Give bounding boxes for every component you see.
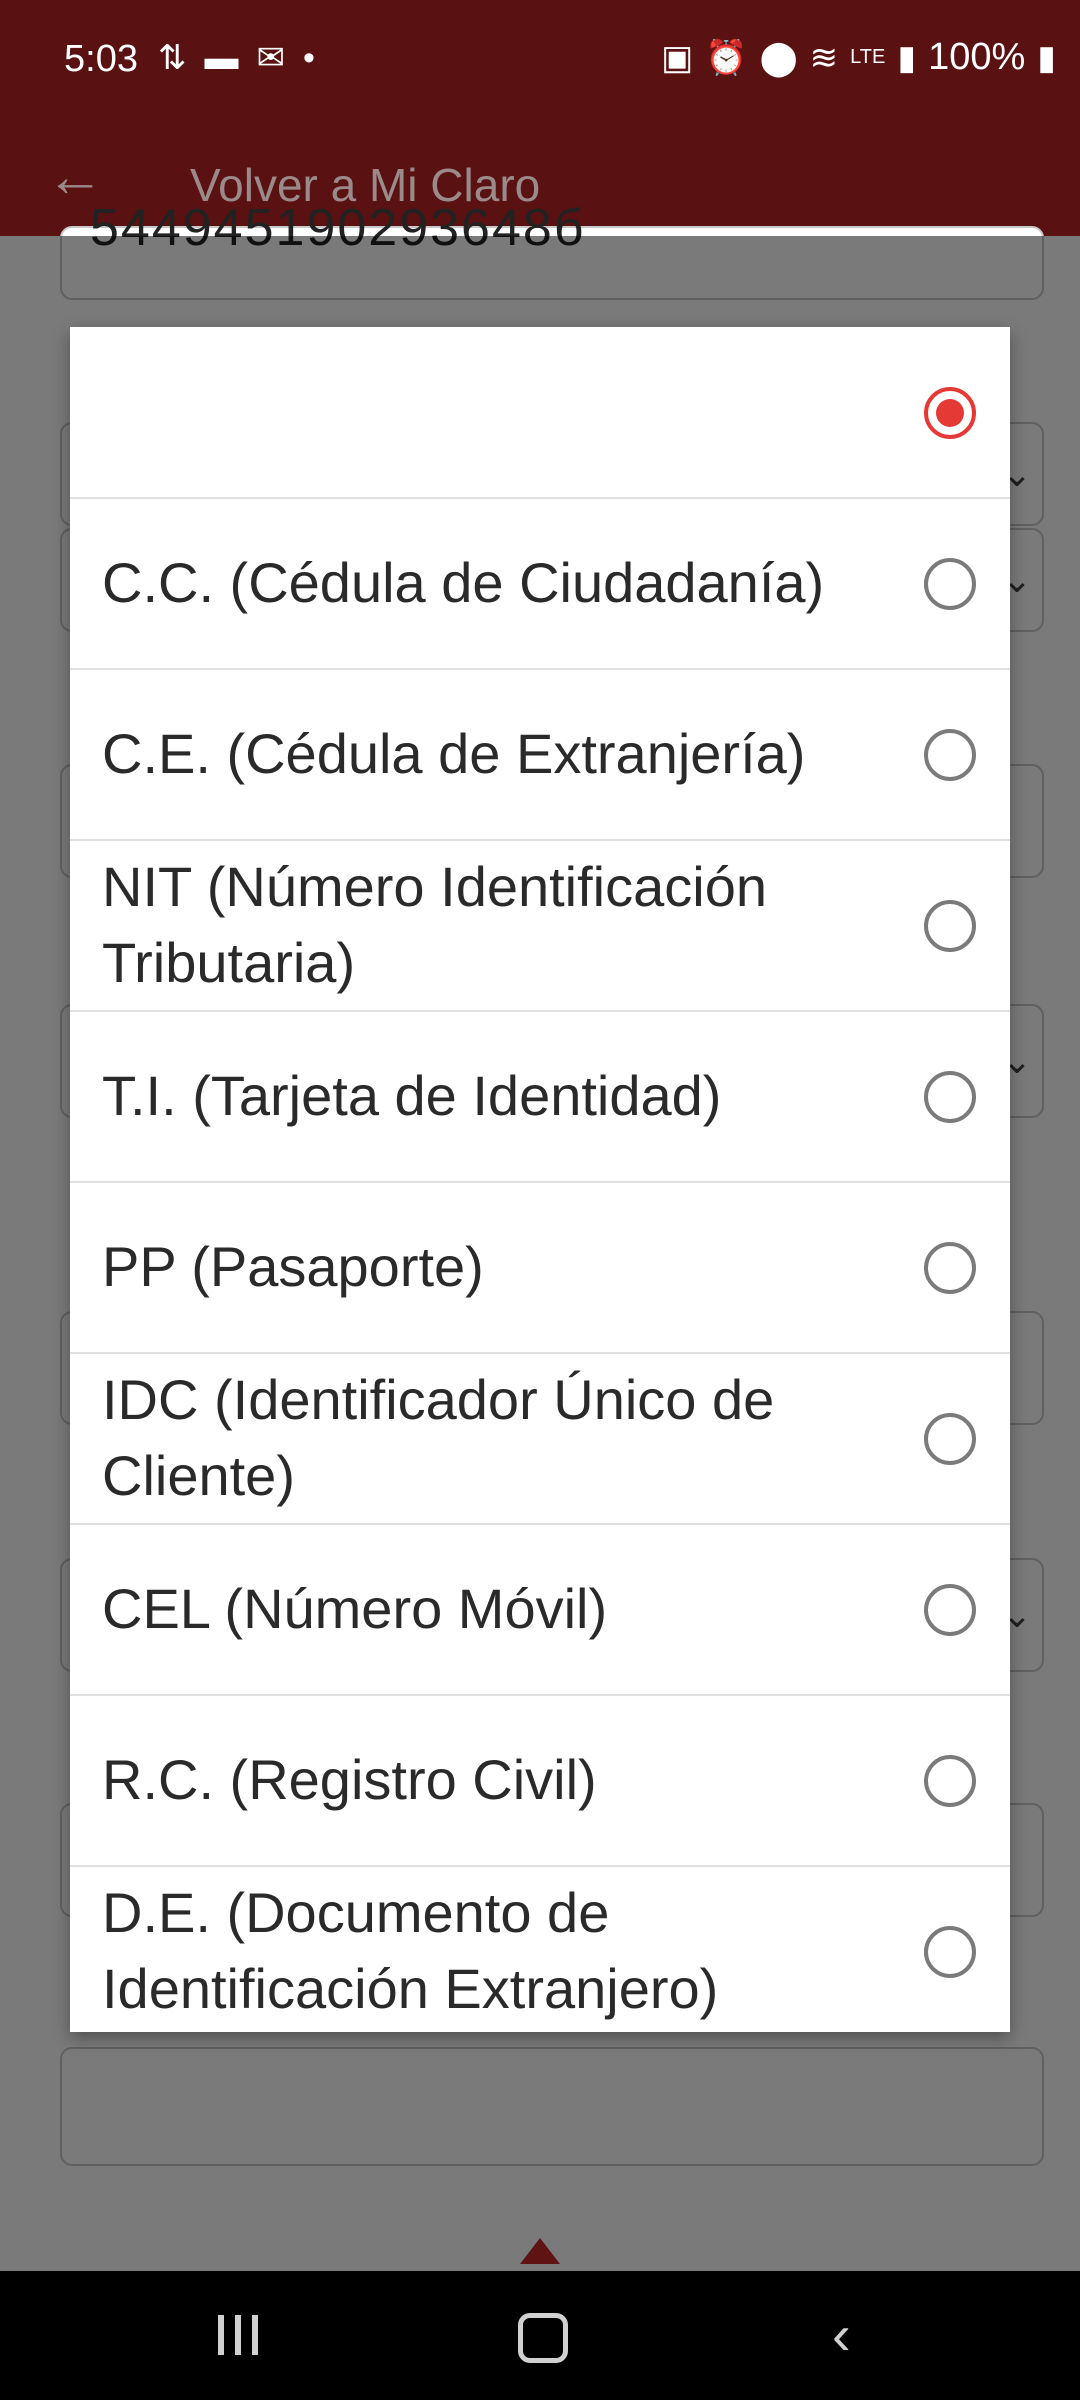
- option-label: D.E. (Documento de Identificación Extran…: [102, 1881, 719, 2020]
- option-label: R.C. (Registro Civil): [102, 1748, 597, 1811]
- radio-icon[interactable]: [924, 1413, 976, 1465]
- volte-icon: LTE: [850, 46, 886, 68]
- alarm-icon: ⏰: [705, 38, 748, 77]
- radio-icon[interactable]: [924, 1242, 976, 1294]
- option-cel[interactable]: CEL (Número Móvil): [70, 1524, 1010, 1696]
- dot-icon: •: [303, 38, 315, 77]
- radio-icon[interactable]: [924, 729, 976, 781]
- notification-icons: ⇅ ▬ ✉ •: [158, 38, 315, 78]
- radio-icon[interactable]: [924, 1755, 976, 1807]
- status-time: 5:03: [64, 38, 138, 80]
- document-type-dialog: C.C. (Cédula de Ciudadanía) C.E. (Cédula…: [70, 327, 1010, 2032]
- option-label: CEL (Número Móvil): [102, 1577, 608, 1640]
- option-label: IDC (Identificador Único de Cliente): [102, 1368, 775, 1507]
- option-empty[interactable]: [70, 327, 1010, 499]
- system-navigation-bar: ‹: [0, 2271, 1080, 2400]
- option-cc[interactable]: C.C. (Cédula de Ciudadanía): [70, 498, 1010, 670]
- transfer-icon: ⇅: [158, 39, 187, 77]
- option-idc[interactable]: IDC (Identificador Único de Cliente): [70, 1353, 1010, 1525]
- battery-saver-icon: ▣: [661, 38, 694, 77]
- battery-icon: ▮: [1037, 38, 1056, 77]
- mail-icon: ✉: [256, 39, 286, 77]
- option-de[interactable]: D.E. (Documento de Identificación Extran…: [70, 1866, 1010, 2032]
- home-icon[interactable]: [518, 2313, 568, 2363]
- option-label: C.C. (Cédula de Ciudadanía): [102, 551, 825, 614]
- option-nit[interactable]: NIT (Número Identificación Tributaria): [70, 840, 1010, 1012]
- system-icons: ▣ ⏰ ⬤ ≋ LTE ▮ 100% ▮: [661, 36, 1056, 79]
- radio-icon[interactable]: [924, 558, 976, 610]
- radio-selected-icon[interactable]: [924, 387, 976, 439]
- radio-icon[interactable]: [924, 1071, 976, 1123]
- back-icon[interactable]: ‹: [832, 2307, 851, 2363]
- wifi-icon: ≋: [809, 38, 839, 77]
- option-label: C.E. (Cédula de Extranjería): [102, 722, 806, 785]
- message-icon: ▬: [204, 38, 239, 77]
- option-label: PP (Pasaporte): [102, 1235, 484, 1298]
- radio-icon[interactable]: [924, 1926, 976, 1978]
- option-ti[interactable]: T.I. (Tarjeta de Identidad): [70, 1011, 1010, 1183]
- option-label: NIT (Número Identificación Tributaria): [102, 855, 767, 994]
- option-ce[interactable]: C.E. (Cédula de Extranjería): [70, 669, 1010, 841]
- option-pp[interactable]: PP (Pasaporte): [70, 1182, 1010, 1354]
- battery-level: 100%: [928, 36, 1026, 78]
- option-rc[interactable]: R.C. (Registro Civil): [70, 1695, 1010, 1867]
- radio-icon[interactable]: [924, 1584, 976, 1636]
- signal-icon: ▮: [897, 38, 917, 77]
- option-label: T.I. (Tarjeta de Identidad): [102, 1064, 722, 1127]
- recent-apps-icon[interactable]: [218, 2315, 262, 2355]
- status-bar: 5:03 ⇅ ▬ ✉ • ▣ ⏰ ⬤ ≋ LTE ▮ 100% ▮: [0, 0, 1080, 124]
- radio-icon[interactable]: [924, 900, 976, 952]
- location-icon: ⬤: [759, 38, 798, 77]
